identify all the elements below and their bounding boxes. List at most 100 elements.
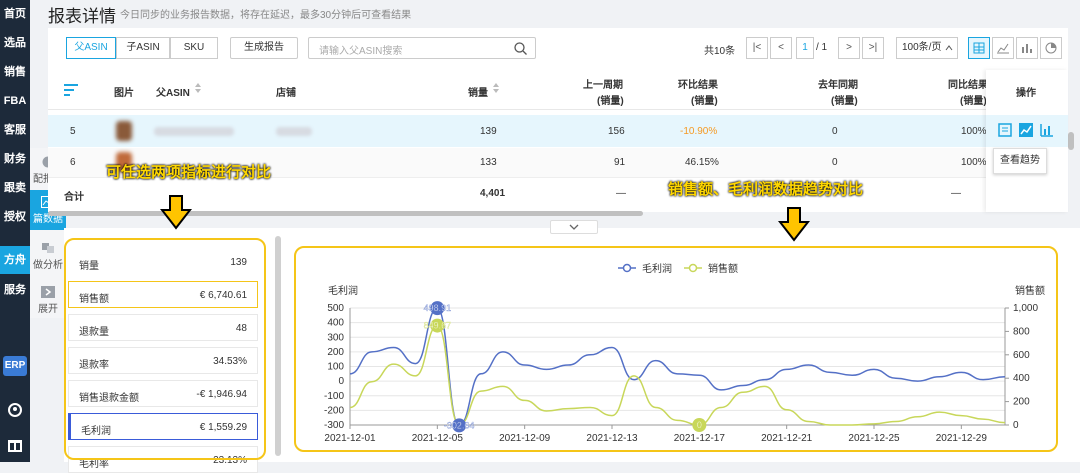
last-page-button[interactable]: >|: [862, 37, 884, 59]
tab-child-asin[interactable]: 子ASIN: [116, 37, 170, 59]
nav-ark[interactable]: 方舟: [0, 246, 30, 274]
pie-chart-icon: [1045, 42, 1057, 54]
arrow-down-icon: [160, 195, 192, 230]
subnav-expand[interactable]: 展开: [30, 280, 66, 320]
subnav-analysis-label: 做分析: [33, 260, 63, 271]
horizontal-scrollbar[interactable]: [48, 211, 643, 216]
col-last-year-sub: (销量): [831, 96, 858, 107]
nav-selection[interactable]: 选品: [0, 29, 30, 57]
sort-icon[interactable]: [195, 83, 201, 93]
search-icon[interactable]: [514, 42, 527, 55]
next-page-button[interactable]: >: [838, 37, 860, 59]
total-ly: —: [951, 188, 961, 199]
table-total-row: 合计 4,401 — —: [48, 179, 1068, 209]
line-view-button[interactable]: [992, 37, 1014, 59]
main-nav: 首页 选品 销售 FBA 客服 财务 跟卖 授权 方舟 服务 ERP: [0, 0, 30, 462]
row-index: 5: [70, 126, 76, 137]
row-ly: 0: [832, 126, 838, 137]
row-ly: 0: [832, 157, 838, 168]
chevron-up-icon: [945, 45, 953, 51]
total-prev: —: [616, 188, 626, 199]
col-image: 图片: [114, 88, 134, 99]
bar-view-button[interactable]: [1016, 37, 1038, 59]
row-prev: 156: [608, 126, 625, 137]
pie-view-button[interactable]: [1040, 37, 1062, 59]
total-label: 合计: [64, 192, 84, 203]
col-wow-sub: (销量): [691, 96, 718, 107]
erp-badge[interactable]: ERP: [3, 356, 27, 376]
table-icon: [973, 42, 985, 54]
first-page-button[interactable]: |<: [746, 37, 768, 59]
column-settings-icon[interactable]: [64, 84, 78, 96]
prev-page-button[interactable]: <: [770, 37, 792, 59]
bar-chart-icon: [1022, 44, 1032, 53]
chart-highlight-frame: [294, 246, 1058, 452]
col-prev: 上一周期: [583, 80, 623, 91]
table-header: 图片 父ASIN 店铺 销量 上一周期 (销量) 环比结果 (销量) 去年同期 …: [48, 70, 1068, 110]
annotation-left: 可任选两项指标进行对比: [106, 164, 272, 181]
metric-highlight-frame: [64, 238, 266, 460]
vertical-scrollbar[interactable]: [1068, 132, 1074, 150]
asin-redacted: [154, 127, 234, 136]
table-row[interactable]: 5 139 156 -10.90% 0 100%: [48, 115, 1068, 147]
table-view-button[interactable]: [968, 37, 990, 59]
nav-service[interactable]: 客服: [0, 116, 30, 144]
collapse-toggle[interactable]: [550, 220, 598, 234]
subnav-analysis[interactable]: 做分析: [30, 236, 66, 276]
page-input[interactable]: 1: [796, 37, 814, 59]
expand-icon: [41, 286, 55, 298]
row-sales: 133: [480, 157, 497, 168]
stats-icon[interactable]: [1040, 123, 1054, 137]
chevron-down-icon: [569, 224, 579, 230]
trend-icon[interactable]: [1019, 123, 1033, 137]
nav-follow[interactable]: 跟卖: [0, 174, 30, 202]
nav-auth[interactable]: 授权: [0, 203, 30, 231]
col-action: 操作: [1016, 88, 1036, 99]
subnav-expand-label: 展开: [38, 304, 58, 315]
store-redacted: [276, 127, 312, 136]
tab-sku[interactable]: SKU: [170, 37, 218, 59]
nav-finance[interactable]: 财务: [0, 145, 30, 173]
search-placeholder: 请输入父ASIN搜索: [319, 46, 403, 57]
arrow-down-icon: [778, 207, 810, 242]
metric-panel-scrollbar[interactable]: [275, 236, 281, 456]
annotation-right: 销售额、毛利润数据趋势对比: [668, 181, 864, 198]
page-subtitle: 今日同步的业务报告数据，将存在延迟，最多30分钟后可查看结果: [120, 10, 412, 21]
row-prev: 91: [614, 157, 626, 168]
product-image: [116, 121, 132, 141]
line-chart-icon: [997, 43, 1009, 54]
col-yoy-sub: (销量): [960, 96, 987, 107]
row-yoy: 100%: [961, 157, 987, 168]
trend-tooltip: 查看趋势: [993, 148, 1047, 174]
row-sales: 139: [480, 126, 497, 137]
row-wow: -10.90%: [680, 126, 718, 137]
nav-sales[interactable]: 销售: [0, 58, 30, 86]
page-size-select[interactable]: 100条/页: [896, 37, 958, 59]
nav-home[interactable]: 首页: [0, 0, 30, 28]
sort-icon[interactable]: [493, 83, 499, 93]
col-yoy: 同比结果: [948, 80, 988, 91]
total-count: 共10条: [704, 46, 736, 57]
col-wow: 环比结果: [678, 80, 718, 91]
analysis-icon: [42, 243, 54, 253]
page-title: 报表详情: [48, 7, 116, 26]
nav-fba[interactable]: FBA: [0, 87, 30, 115]
row-index: 6: [70, 157, 76, 168]
generate-report-button[interactable]: 生成报告: [230, 37, 298, 59]
page-total: / 1: [816, 42, 828, 53]
row-yoy: 100%: [961, 126, 987, 137]
gift-icon[interactable]: [7, 436, 23, 452]
col-sales[interactable]: 销量: [468, 84, 488, 99]
page-size-value: 100条/页: [902, 42, 942, 53]
action-column: 操作: [986, 70, 1068, 212]
col-prev-sub: (销量): [597, 96, 624, 107]
col-asin[interactable]: 父ASIN: [156, 84, 190, 99]
search-input[interactable]: 请输入父ASIN搜索: [308, 37, 536, 59]
total-sales: 4,401: [480, 188, 506, 199]
col-last-year: 去年同期: [818, 80, 858, 91]
tab-parent-asin[interactable]: 父ASIN: [66, 37, 116, 59]
row-wow: 46.15%: [685, 157, 719, 168]
user-icon[interactable]: [7, 402, 23, 418]
nav-services[interactable]: 服务: [0, 276, 30, 304]
detail-icon[interactable]: [998, 123, 1012, 137]
